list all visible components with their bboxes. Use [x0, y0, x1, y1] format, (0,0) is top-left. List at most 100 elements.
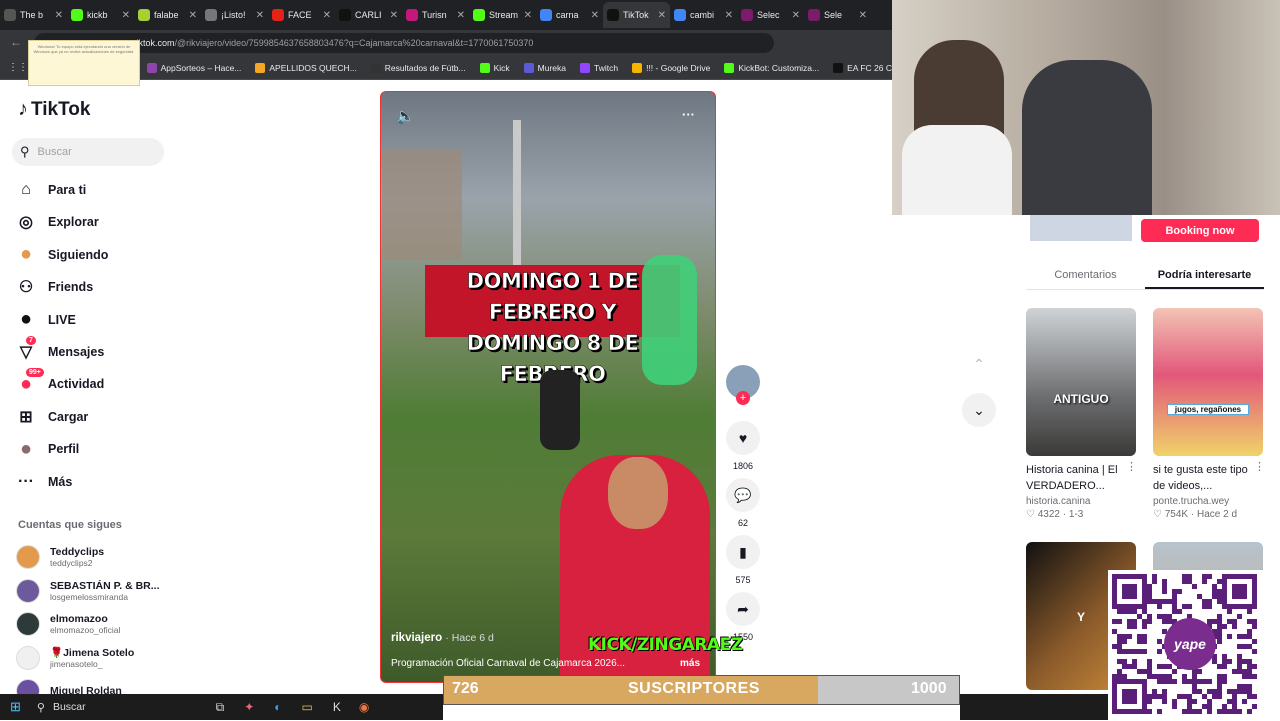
sidebar-item-cargar[interactable]: ⊞ Cargar	[16, 403, 166, 431]
share-action[interactable]: ➦ 1550	[726, 592, 760, 641]
edge-icon[interactable]: ◐	[274, 700, 281, 714]
close-tab-icon[interactable]: ✕	[323, 10, 331, 21]
browser-tab[interactable]: cambi ✕	[670, 2, 737, 28]
bookmark-item[interactable]: Twitch	[579, 62, 618, 73]
creator-avatar-action[interactable]: +	[726, 365, 760, 405]
bookmark-item[interactable]: EA FC 26 C	[833, 62, 892, 73]
card-options-icon[interactable]: ⋮	[1254, 460, 1265, 473]
close-tab-icon[interactable]: ✕	[122, 10, 130, 21]
avatar[interactable]	[16, 612, 40, 636]
sidebar-item-friends[interactable]: ⚇ Friends	[16, 273, 166, 301]
browser-tab[interactable]: Stream ✕	[469, 2, 536, 28]
browser-tab[interactable]: falabe ✕	[134, 2, 201, 28]
url-field[interactable]: tiktok.com/@rikviajero/video/75998546376…	[34, 33, 774, 53]
video-author[interactable]: rikviajero · Hace 6 d	[391, 632, 494, 644]
browser-tab[interactable]: Turisn ✕	[402, 2, 469, 28]
sidebar-item-ms[interactable]: ··· Más	[16, 468, 166, 496]
comment-icon[interactable]: 💬	[726, 478, 760, 512]
volume-icon[interactable]: 🔈	[396, 107, 415, 125]
close-tab-icon[interactable]: ✕	[457, 10, 465, 21]
related-video-author[interactable]: ponte.trucha.wey	[1153, 496, 1263, 507]
save-action[interactable]: ▮ 575	[726, 535, 760, 585]
browser-tab[interactable]: Sele ✕	[804, 2, 871, 28]
close-tab-icon[interactable]: ✕	[390, 10, 398, 21]
description-more-link[interactable]: más	[680, 658, 700, 669]
sidebar-item-parati[interactable]: ⌂ Para ti	[16, 176, 166, 204]
related-video-title[interactable]: si te gusta este tipo de videos,...	[1153, 462, 1263, 494]
close-tab-icon[interactable]: ✕	[591, 10, 599, 21]
close-tab-icon[interactable]: ✕	[859, 10, 867, 21]
following-account[interactable]: Teddyclips teddyclips2	[16, 541, 176, 573]
related-video-card[interactable]: ANTIGUO Historia canina | El VERDADERO..…	[1026, 308, 1136, 520]
bookmark-item[interactable]: APELLIDOS QUECH...	[255, 62, 357, 73]
related-video-author[interactable]: historia.canina	[1026, 496, 1136, 507]
related-video-thumbnail[interactable]: ANTIGUO	[1026, 308, 1136, 456]
browser-tab[interactable]: Selec ✕	[737, 2, 804, 28]
close-tab-icon[interactable]: ✕	[725, 10, 733, 21]
sidebar-item-actividad[interactable]: ● 99+ Actividad	[16, 368, 166, 398]
task-view-icon[interactable]: ⧉	[216, 700, 225, 715]
bookmark-item[interactable]: Mureka	[523, 62, 566, 73]
bookmark-item[interactable]: !!! - Google Drive	[632, 62, 710, 73]
bookmark-item[interactable]: Kick	[479, 62, 510, 73]
sidebar-item-live[interactable]: ● LIVE	[16, 306, 166, 334]
browser-tab[interactable]: CARLI ✕	[335, 2, 402, 28]
browser-tab[interactable]: ¡Listo! ✕	[201, 2, 268, 28]
qr-module	[1252, 664, 1257, 669]
browser-tab[interactable]: FACE ✕	[268, 2, 335, 28]
booking-now-button[interactable]: Booking now	[1141, 219, 1259, 242]
follow-plus-icon[interactable]: +	[736, 391, 750, 405]
search-input[interactable]: ⚲ Buscar	[12, 138, 164, 166]
bookmark-item[interactable]: KickBot: Customiza...	[724, 62, 819, 73]
tab-related[interactable]: Podría interesarte	[1145, 262, 1264, 289]
close-tab-icon[interactable]: ✕	[55, 10, 63, 21]
related-video-title[interactable]: Historia canina | El VERDADERO...	[1026, 462, 1136, 494]
sidebar-item-mensajes[interactable]: ▽ 7 Mensajes	[16, 336, 166, 366]
windows-start-icon[interactable]: ⊞	[10, 699, 21, 715]
following-account[interactable]: 🌹Jimena Sotelo jimenasotelo_	[16, 642, 176, 674]
like-action[interactable]: ♥ 1806	[726, 421, 760, 471]
avatar[interactable]	[16, 645, 40, 670]
taskbar-search-icon[interactable]: ⚲	[37, 701, 45, 714]
bookmark-item[interactable]: Resultados de Fútb...	[370, 62, 466, 73]
previous-video-chevron-up-icon[interactable]: ⌃	[962, 347, 996, 381]
tiktok-logo[interactable]: ♪ TikTok	[18, 98, 90, 121]
chrome-icon[interactable]: ◉	[359, 700, 369, 714]
card-options-icon[interactable]: ⋮	[1126, 460, 1137, 473]
back-arrow-icon[interactable]: ←	[10, 35, 22, 49]
close-tab-icon[interactable]: ✕	[524, 10, 532, 21]
avatar[interactable]	[16, 578, 40, 603]
close-tab-icon[interactable]: ✕	[792, 10, 800, 21]
browser-tab[interactable]: carna ✕	[536, 2, 603, 28]
sidebar-item-perfil[interactable]: ● Perfil	[16, 435, 166, 463]
browser-tab[interactable]: The b ✕	[0, 2, 67, 28]
kick-app-icon[interactable]: K	[333, 700, 341, 714]
sidebar-item-siguiendo[interactable]: ● Siguiendo	[16, 241, 166, 269]
tab-favicon-icon	[406, 9, 418, 21]
share-arrow-icon[interactable]: ➦	[726, 592, 760, 626]
sidebar-item-explorar[interactable]: ◎ Explorar	[16, 208, 166, 236]
close-tab-icon[interactable]: ✕	[256, 10, 264, 21]
video-more-options-icon[interactable]: ···	[682, 107, 695, 122]
copilot-icon[interactable]: ✦	[244, 700, 254, 714]
related-video-thumbnail[interactable]: jugos, regañones	[1153, 308, 1263, 456]
bookmark-icon[interactable]: ▮	[726, 535, 760, 569]
bookmark-item[interactable]: AppSorteos – Hace...	[146, 62, 241, 73]
apps-grid-icon[interactable]: ⋮⋮	[8, 62, 28, 73]
comment-action[interactable]: 💬 62	[726, 478, 760, 528]
browser-tab[interactable]: kickb ✕	[67, 2, 134, 28]
browser-tab[interactable]: TikTok ✕	[603, 2, 670, 28]
next-video-chevron-down-icon[interactable]: ⌄	[962, 393, 996, 427]
avatar[interactable]	[16, 545, 40, 569]
heart-icon[interactable]: ♥	[726, 421, 760, 455]
tab-comments[interactable]: Comentarios	[1026, 262, 1145, 289]
related-video-card[interactable]: jugos, regañones si te gusta este tipo d…	[1153, 308, 1263, 520]
ad-thumbnail[interactable]	[1030, 215, 1132, 241]
taskbar-search-label[interactable]: Buscar	[53, 701, 86, 713]
close-tab-icon[interactable]: ✕	[189, 10, 197, 21]
qr-module	[1232, 669, 1237, 674]
following-account[interactable]: elmomazoo elmomazoo_oficial	[16, 608, 176, 640]
file-explorer-icon[interactable]: ▭	[302, 700, 313, 714]
following-account[interactable]: SEBASTIÁN P. & BR... losgemelossmiranda	[16, 575, 176, 607]
close-tab-icon[interactable]: ✕	[658, 10, 666, 21]
